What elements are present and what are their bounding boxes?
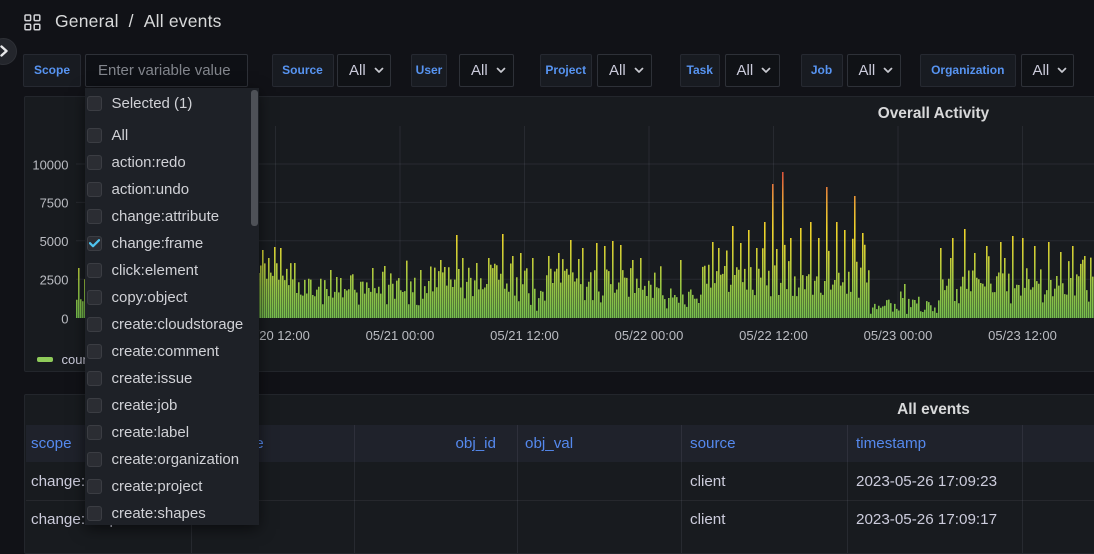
- svg-text:2500: 2500: [40, 273, 69, 288]
- svg-text:05/22 00:00: 05/22 00:00: [615, 328, 684, 343]
- svg-text:05/23 00:00: 05/23 00:00: [864, 328, 933, 343]
- svg-text:0: 0: [61, 311, 68, 326]
- svg-text:05/23 12:00: 05/23 12:00: [988, 328, 1057, 343]
- svg-text:05/21 00:00: 05/21 00:00: [366, 328, 435, 343]
- svg-text:5000: 5000: [40, 234, 69, 249]
- svg-text:05/21 12:00: 05/21 12:00: [490, 328, 559, 343]
- svg-text:10000: 10000: [32, 157, 68, 172]
- svg-text:7500: 7500: [40, 196, 69, 211]
- svg-text:05/22 12:00: 05/22 12:00: [739, 328, 808, 343]
